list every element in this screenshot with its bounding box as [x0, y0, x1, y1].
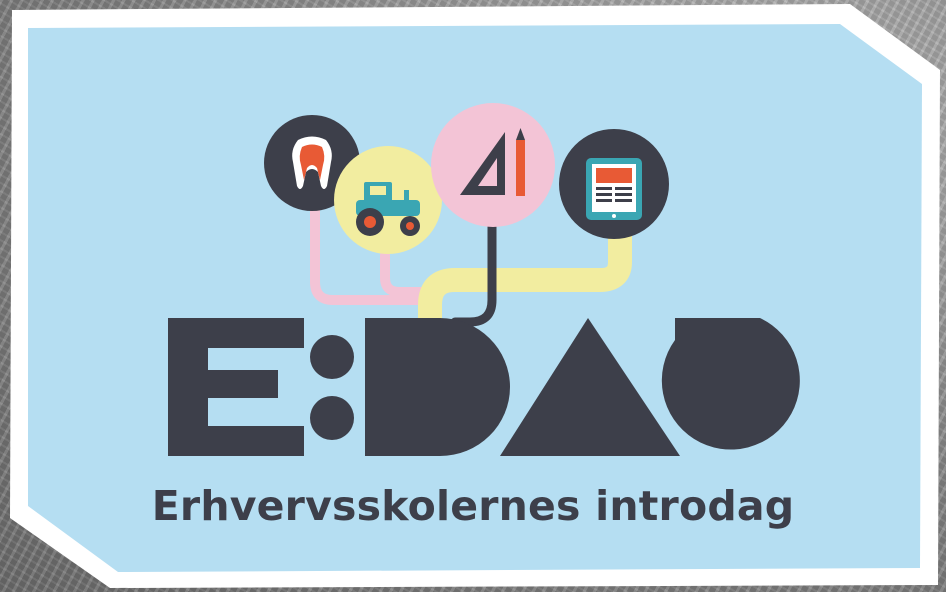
- tablet-icon: [559, 129, 669, 239]
- poster-scene: Erhvervsskolernes introdag: [0, 0, 946, 592]
- edag-logo: [168, 318, 800, 456]
- set-square-pencil-icon: [431, 103, 555, 227]
- tagline: Erhvervsskolernes introdag: [151, 482, 795, 530]
- tractor-icon: [334, 146, 442, 254]
